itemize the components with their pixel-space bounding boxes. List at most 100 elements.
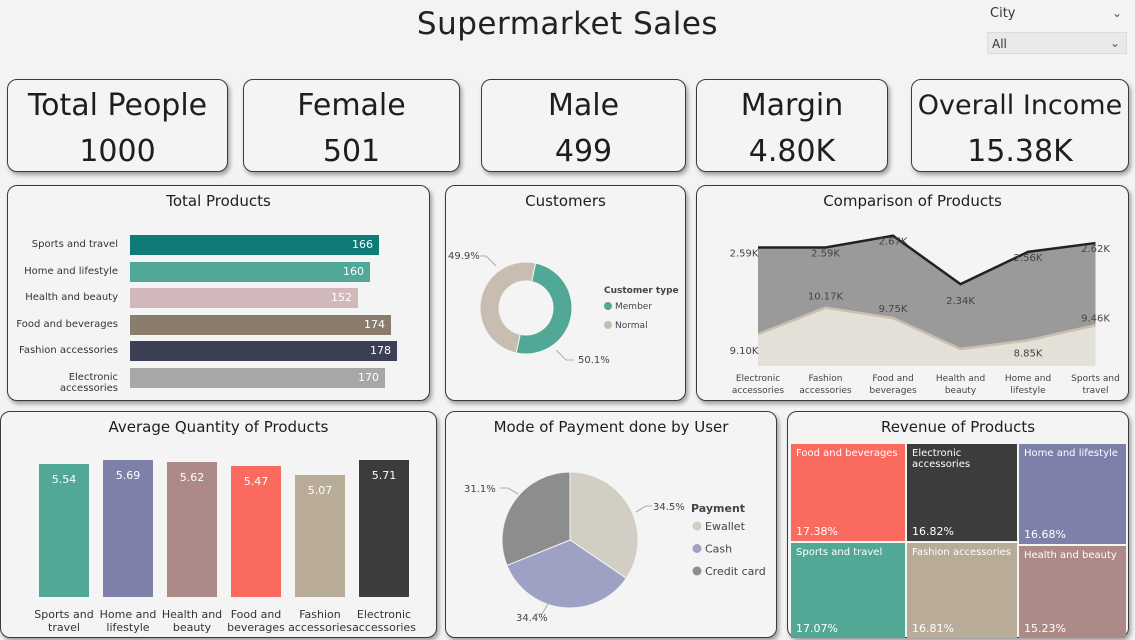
treemap-tile: Fashion accessories 16.81% [907, 543, 1017, 638]
kpi-female: Female 501 [243, 79, 460, 172]
treemap-tile-value: 17.38% [796, 525, 838, 538]
bar-value-label: 174 [364, 317, 385, 331]
bar: 5.71 [359, 460, 409, 597]
x-tick-label: lifestyle [1010, 386, 1046, 396]
comparison-panel: Comparison of Products 2.59K 2.59K 2.67K 2.… [696, 185, 1129, 401]
panel-title: Average Quantity of Products [108, 418, 329, 436]
bar-value-label: 5.54 [51, 473, 77, 487]
treemap-tile-value: 16.81% [912, 622, 954, 635]
legend-label: Ewallet [705, 520, 746, 533]
bar: 174 [130, 314, 391, 335]
x-tick-label: Sports and [1071, 374, 1120, 384]
legend-marker [692, 544, 702, 553]
bar-category-label: Home and lifestyle [24, 265, 118, 277]
treemap-tile: Food and beverages 17.38% [791, 444, 905, 541]
kpi-margin: Margin 4.80K [696, 79, 888, 172]
bar: 152 [130, 288, 358, 308]
lower-data-label: 10.17K [808, 292, 844, 303]
x-tick-label: Health and [936, 374, 985, 384]
bar: 5.69 [103, 460, 153, 597]
kpi-label: Male [547, 88, 620, 123]
legend-label: Member [615, 302, 652, 312]
legend-title: Payment [691, 502, 745, 515]
legend-label: Normal [615, 321, 648, 331]
x-tick-label: travel [1082, 386, 1108, 396]
leader-line [635, 505, 652, 513]
bar: 166 [130, 235, 379, 255]
total-products-panel: Total Products Sports and travel 166 Home … [7, 185, 430, 401]
customers-panel: Customers 50.1% 49.9% Customer type Member N… [445, 185, 686, 401]
slice-value-label: 50.1% [578, 355, 610, 366]
bar-category-label: Health and beauty [161, 608, 223, 634]
treemap-tile-label: Electronic accessories [912, 448, 971, 470]
x-tick-label: accessories [732, 386, 785, 396]
kpi-male: Male 499 [481, 79, 686, 172]
x-tick-label: Home and [1005, 374, 1051, 384]
bar-category-label: Home and lifestyle [99, 608, 157, 634]
bar-value-label: 160 [343, 264, 364, 278]
bar-category-label: Electronic accessories [59, 371, 118, 394]
x-tick-label: beverages [869, 386, 917, 396]
bar-value-label: 5.47 [243, 474, 269, 488]
kpi-label: Margin [740, 88, 844, 123]
legend-label: Cash [705, 543, 732, 556]
x-tick-label: Fashion [809, 374, 843, 384]
chevron-down-icon[interactable]: ⌄ [1112, 6, 1122, 20]
bar: 5.54 [39, 464, 89, 597]
slice-value-label: 34.5% [653, 502, 685, 513]
kpi-value: 501 [322, 134, 381, 169]
payment-panel: Mode of Payment done by User 34.5% 34.4% 3… [445, 411, 777, 638]
upper-data-label: 2.34K [946, 296, 975, 307]
kpi-total-people: Total People 1000 [7, 79, 228, 172]
legend-marker [692, 521, 702, 531]
bar-category-label: Food and beverages [16, 318, 118, 330]
lower-data-label: 9.75K [879, 304, 908, 315]
treemap-tile-label: Fashion accessories [912, 547, 1011, 558]
bar-category-label: Fashion accessories [19, 345, 118, 356]
bar-category-label: Sports and travel [34, 608, 94, 634]
bar-category-label: Electronic accessories [352, 608, 416, 634]
x-tick-label: beauty [945, 386, 977, 396]
upper-data-label: 2.59K [730, 248, 759, 259]
treemap-tile: Electronic accessories 16.82% [907, 444, 1017, 541]
bar: 170 [130, 367, 385, 388]
treemap-tile-value: 17.07% [796, 622, 838, 635]
panel-title: Total Products [166, 192, 271, 210]
bar: 5.07 [295, 475, 345, 597]
leader-line [500, 487, 519, 495]
kpi-value: 499 [554, 134, 613, 169]
treemap-tile-value: 16.82% [912, 525, 954, 538]
bar-value-label: 5.69 [115, 469, 141, 483]
customers-donut-chart: 50.1% 49.9% Customer type Member Normal [448, 251, 679, 366]
bar: 5.62 [167, 462, 217, 597]
treemap-tile: Sports and travel 17.07% [791, 543, 905, 638]
upper-data-label: 2.56K [1014, 253, 1043, 264]
kpi-label: Overall Income [917, 90, 1123, 121]
bar-value-label: 5.07 [307, 484, 333, 498]
kpi-label: Total People [27, 88, 208, 123]
revenue-panel: Revenue of Products Food and beverages 17… [787, 411, 1129, 638]
kpi-label: Female [297, 88, 406, 123]
legend-marker [604, 321, 612, 329]
payment-pie-chart: 34.5% 34.4% 31.1% Payment Ewallet Cash Credit … [464, 471, 766, 624]
treemap-tile-value: 16.68% [1024, 528, 1066, 541]
treemap-tile-label: Health and beauty [1024, 550, 1117, 561]
bar-value-label: 5.71 [371, 469, 397, 482]
kpi-value: 15.38K [967, 134, 1073, 169]
bar-category-label: Health and beauty [25, 292, 118, 303]
bar-category-label: Food and beverages [227, 608, 285, 634]
lower-data-label: 8.85K [1014, 348, 1043, 359]
legend-marker [692, 566, 702, 576]
slice-value-label: 49.9% [448, 251, 480, 262]
upper-data-label: 2.67K [879, 237, 908, 248]
panel-title: Revenue of Products [880, 418, 1036, 436]
lower-data-label: 9.10K [730, 346, 759, 357]
city-slicer-label: City [990, 6, 1016, 21]
treemap-tile: Health and beauty 15.23% [1019, 546, 1126, 638]
chevron-down-icon: ⌄ [1109, 36, 1120, 50]
bar-value-label: 152 [331, 291, 352, 304]
treemap-tile: Home and lifestyle 16.68% [1019, 444, 1126, 544]
legend-marker [604, 302, 612, 310]
city-slicer-dropdown[interactable]: All ⌄ [987, 32, 1127, 54]
comparison-area-chart: 2.59K 2.59K 2.67K 2.34K 2.56K 2.62K 9.10K 10.17… [730, 234, 1120, 396]
